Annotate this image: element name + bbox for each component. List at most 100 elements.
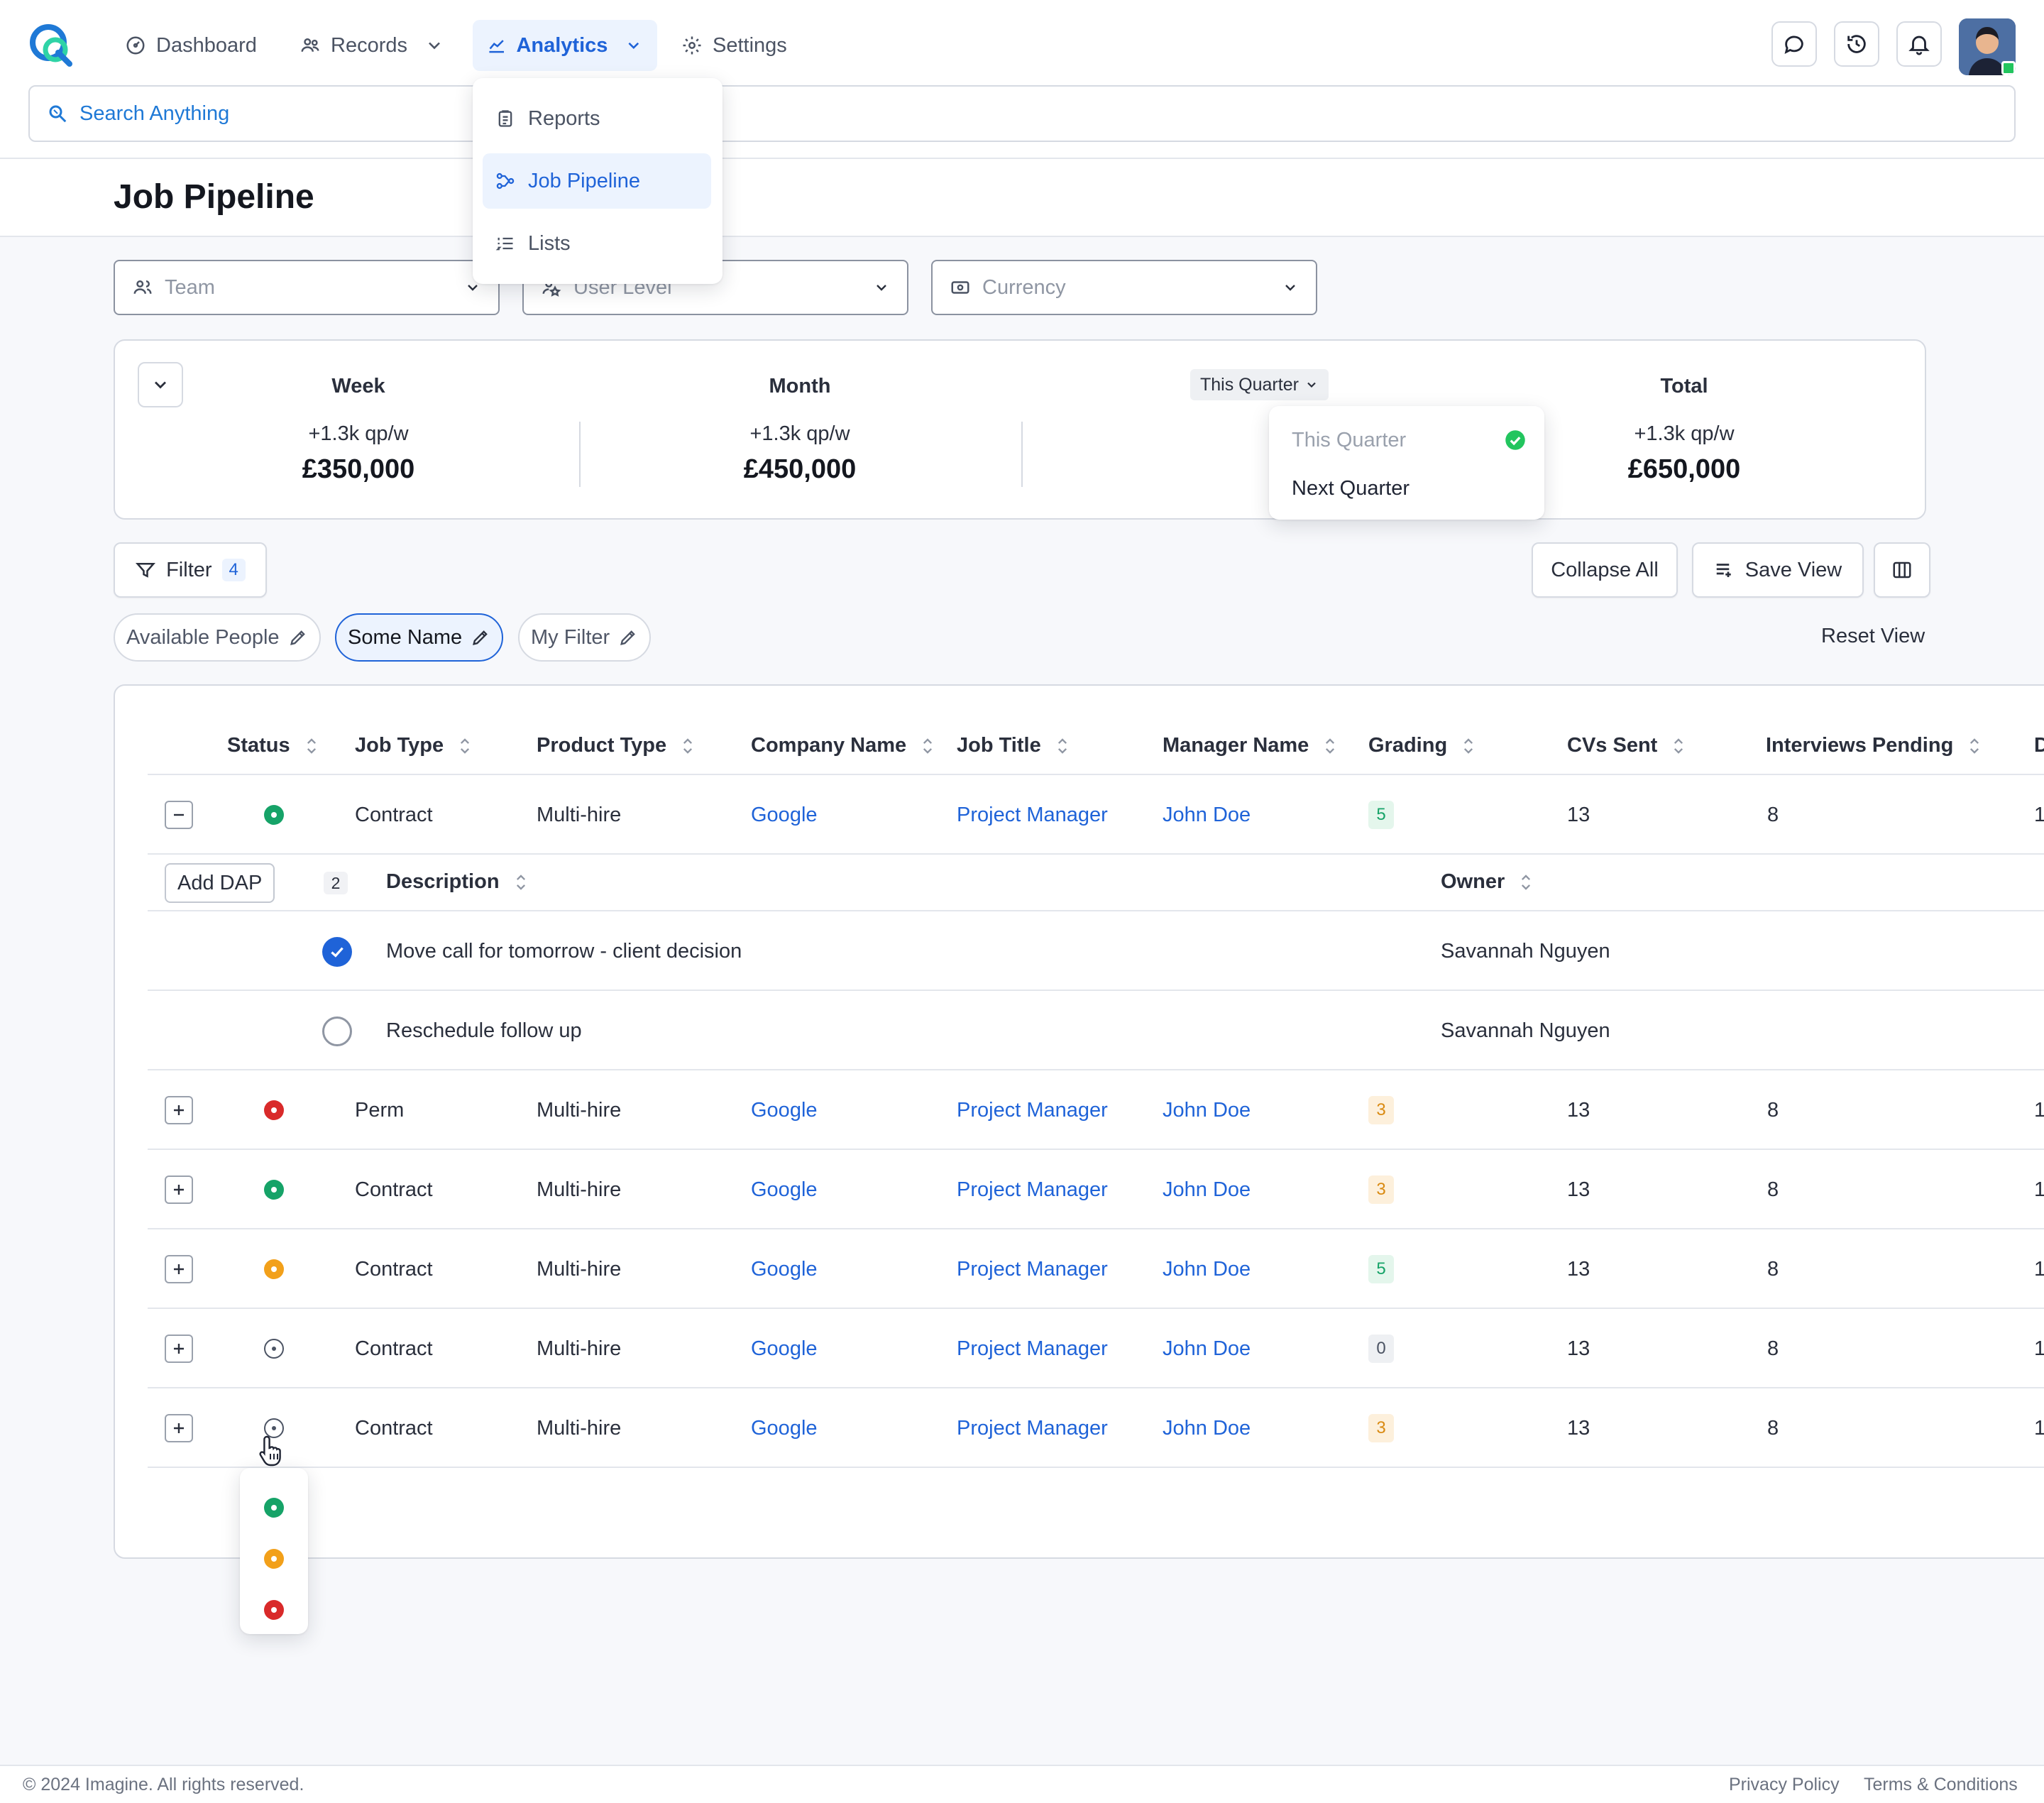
column-header-truncated[interactable]: D (2034, 734, 2044, 757)
check-icon (331, 947, 344, 958)
column-header-cvs-sent[interactable]: CVs Sent (1567, 734, 1684, 757)
revenue-stats-card: Week +1.3k qp/w £350,000 Month +1.3k qp/… (114, 339, 1926, 520)
pencil-icon[interactable] (618, 628, 638, 647)
nav-records[interactable]: Records (285, 20, 458, 71)
quarter-option-this[interactable]: This Quarter (1292, 424, 1526, 456)
cell-company-link[interactable]: Google (751, 1337, 818, 1361)
collapse-all-button[interactable]: Collapse All (1532, 542, 1678, 598)
column-header-interviews-pending[interactable]: Interviews Pending (1766, 734, 1980, 757)
cell-job-title-link[interactable]: Project Manager (957, 1178, 1108, 1202)
terms-link[interactable]: Terms & Conditions (1864, 1775, 2018, 1795)
dap-checkbox-unchecked[interactable] (322, 1016, 352, 1046)
saved-filter-chip-active[interactable]: Some Name (335, 613, 504, 662)
divider (579, 422, 581, 487)
menu-item-reports-label: Reports (528, 106, 600, 130)
dap-header-description[interactable]: Description (386, 870, 527, 894)
nav-dashboard[interactable]: Dashboard (111, 20, 271, 71)
column-header-status[interactable]: Status (227, 734, 317, 757)
privacy-policy-link[interactable]: Privacy Policy (1729, 1775, 1840, 1795)
column-header-manager-name[interactable]: Manager Name (1163, 734, 1336, 757)
filter-button[interactable]: Filter 4 (114, 542, 267, 598)
expand-row-button[interactable] (165, 1414, 193, 1442)
cell-manager-link[interactable]: John Doe (1163, 1337, 1251, 1361)
column-header-job-title[interactable]: Job Title (957, 734, 1068, 757)
chevron-down-icon (1307, 382, 1316, 388)
stat-total-rate: +1.3k qp/w (1634, 422, 1735, 445)
cell-interviews-pending: 8 (1767, 1178, 1779, 1201)
users-icon (301, 38, 319, 52)
cell-company-link[interactable]: Google (751, 1258, 818, 1281)
status-dot[interactable] (264, 1100, 284, 1120)
menu-item-lists-label: Lists (528, 231, 571, 255)
clipboard-icon (498, 110, 512, 127)
sort-icon (516, 874, 525, 890)
sort-icon (461, 738, 470, 754)
expand-row-button[interactable] (165, 1096, 193, 1124)
status-dot[interactable] (264, 1180, 284, 1200)
expand-row-button[interactable] (165, 1175, 193, 1204)
menu-item-reports[interactable]: Reports (483, 91, 711, 146)
cell-job-title-link[interactable]: Project Manager (957, 804, 1108, 827)
cell-job-title-link[interactable]: Project Manager (957, 1258, 1108, 1281)
collapse-row-button[interactable] (165, 801, 193, 829)
status-dot-unset[interactable] (264, 1339, 284, 1359)
column-header-job-type[interactable]: Job Type (355, 734, 471, 757)
reset-view-link[interactable]: Reset View (1821, 625, 1925, 648)
nav-analytics[interactable]: Analytics (473, 20, 657, 71)
cell-company-link[interactable]: Google (751, 1178, 818, 1202)
messages-button[interactable] (1771, 21, 1817, 67)
status-option-orange[interactable] (264, 1549, 284, 1569)
cell-company-link[interactable]: Google (751, 1417, 818, 1440)
history-button[interactable] (1834, 21, 1879, 67)
notifications-button[interactable] (1896, 21, 1942, 67)
quarter-option-next[interactable]: Next Quarter (1292, 473, 1526, 504)
divider (1021, 422, 1023, 487)
online-status-indicator (2001, 61, 2016, 75)
plus-icon (174, 1264, 184, 1274)
menu-item-lists[interactable]: Lists (483, 216, 711, 271)
cell-company-link[interactable]: Google (751, 1099, 818, 1122)
columns-button[interactable] (1874, 542, 1930, 598)
dap-count-badge: 2 (324, 872, 348, 894)
cell-job-title-link[interactable]: Project Manager (957, 1417, 1108, 1440)
save-view-button[interactable]: Save View (1692, 542, 1864, 598)
status-dot[interactable] (264, 805, 284, 825)
cell-company-link[interactable]: Google (751, 804, 818, 827)
pencil-icon[interactable] (471, 628, 490, 647)
cell-job-title-link[interactable]: Project Manager (957, 1099, 1108, 1122)
expand-row-button[interactable] (165, 1335, 193, 1363)
app-logo[interactable] (27, 20, 75, 68)
pencil-icon[interactable] (288, 628, 308, 647)
dap-description: Reschedule follow up (386, 1019, 582, 1042)
stat-month-label: Month (769, 375, 831, 398)
status-option-red[interactable] (264, 1600, 284, 1620)
quarter-period-select[interactable]: This Quarter (1190, 369, 1329, 400)
column-header-label: Grading (1368, 734, 1448, 757)
avatar[interactable] (1959, 18, 2016, 75)
status-option-green[interactable] (264, 1498, 284, 1518)
cell-manager-link[interactable]: John Doe (1163, 1178, 1251, 1202)
saved-filter-chip[interactable]: Available People (114, 613, 321, 662)
nav-settings[interactable]: Settings (667, 20, 801, 71)
team-select[interactable]: Team (114, 260, 500, 315)
cell-manager-link[interactable]: John Doe (1163, 804, 1251, 827)
column-header-company-name[interactable]: Company Name (751, 734, 933, 757)
search-input[interactable]: Search Anything (28, 85, 2016, 142)
cell-manager-link[interactable]: John Doe (1163, 1258, 1251, 1281)
dap-header-owner[interactable]: Owner (1441, 870, 1532, 894)
menu-item-job-pipeline[interactable]: Job Pipeline (483, 153, 711, 209)
dap-checkbox-checked[interactable] (322, 937, 352, 967)
status-dot[interactable] (264, 1259, 284, 1279)
cell-manager-link[interactable]: John Doe (1163, 1099, 1251, 1122)
column-header-grading[interactable]: Grading (1368, 734, 1474, 757)
cell-job-title-link[interactable]: Project Manager (957, 1337, 1108, 1361)
expand-row-button[interactable] (165, 1255, 193, 1283)
saved-filter-chip[interactable]: My Filter (518, 613, 652, 662)
cell-interviews-pending: 8 (1767, 1417, 1779, 1440)
currency-select[interactable]: Currency (931, 260, 1317, 315)
cell-truncated: 1 (2034, 804, 2044, 826)
add-dap-button[interactable]: Add DAP (165, 863, 275, 903)
cell-manager-link[interactable]: John Doe (1163, 1417, 1251, 1440)
column-header-product-type[interactable]: Product Type (537, 734, 693, 757)
search-icon (49, 105, 67, 123)
